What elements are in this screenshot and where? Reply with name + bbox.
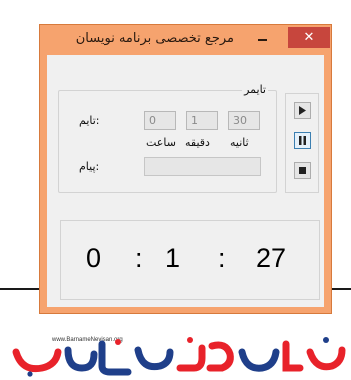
time-label: :تایم <box>79 114 100 127</box>
stop-button[interactable] <box>294 162 311 179</box>
pause-icon <box>299 136 306 145</box>
hours-input[interactable]: 0 <box>144 111 176 130</box>
play-button[interactable] <box>294 102 311 119</box>
countdown-hours: 0 <box>86 243 102 273</box>
minutes-input[interactable]: 1 <box>186 111 218 130</box>
countdown-separator: : <box>135 243 143 273</box>
play-icon <box>299 106 306 115</box>
countdown-minutes: 1 <box>165 243 181 273</box>
title-bar[interactable]: مرجع تخصصی برنامه نویسان ✕ <box>40 25 331 55</box>
minutes-unit-label: دقیقه <box>185 136 210 149</box>
countdown-seconds: 27 <box>256 243 287 273</box>
hours-unit-label: ساعت <box>146 136 176 149</box>
countdown-separator: : <box>218 243 226 273</box>
control-buttons-panel <box>285 93 319 193</box>
window-title: مرجع تخصصی برنامه نویسان <box>75 31 234 46</box>
minimize-icon <box>257 39 267 41</box>
app-window: مرجع تخصصی برنامه نویسان ✕ تایمر :تایم 0… <box>39 24 332 314</box>
close-button[interactable]: ✕ <box>288 27 330 48</box>
stop-icon <box>299 167 306 174</box>
message-input[interactable] <box>144 157 261 176</box>
countdown-display: 0 : 1 : 27 <box>60 220 320 300</box>
timer-group-legend: تایمر <box>242 83 268 96</box>
seconds-unit-label: ثانیه <box>230 136 249 149</box>
close-icon: ✕ <box>303 30 315 45</box>
message-label: :پیام <box>79 160 100 173</box>
timer-groupbox: تایمر :تایم 0 1 30 ساعت دقیقه ثانیه :پیا… <box>58 83 277 193</box>
minimize-button[interactable] <box>253 31 271 49</box>
pause-button[interactable] <box>294 132 311 149</box>
logo-url-text: www.BarnameNevisan.org <box>51 337 123 343</box>
window-client-area: تایمر :تایم 0 1 30 ساعت دقیقه ثانیه :پیا… <box>47 55 324 307</box>
seconds-input[interactable]: 30 <box>228 111 260 130</box>
barnamenevisan-logo: www.BarnameNevisan.org <box>12 337 346 377</box>
